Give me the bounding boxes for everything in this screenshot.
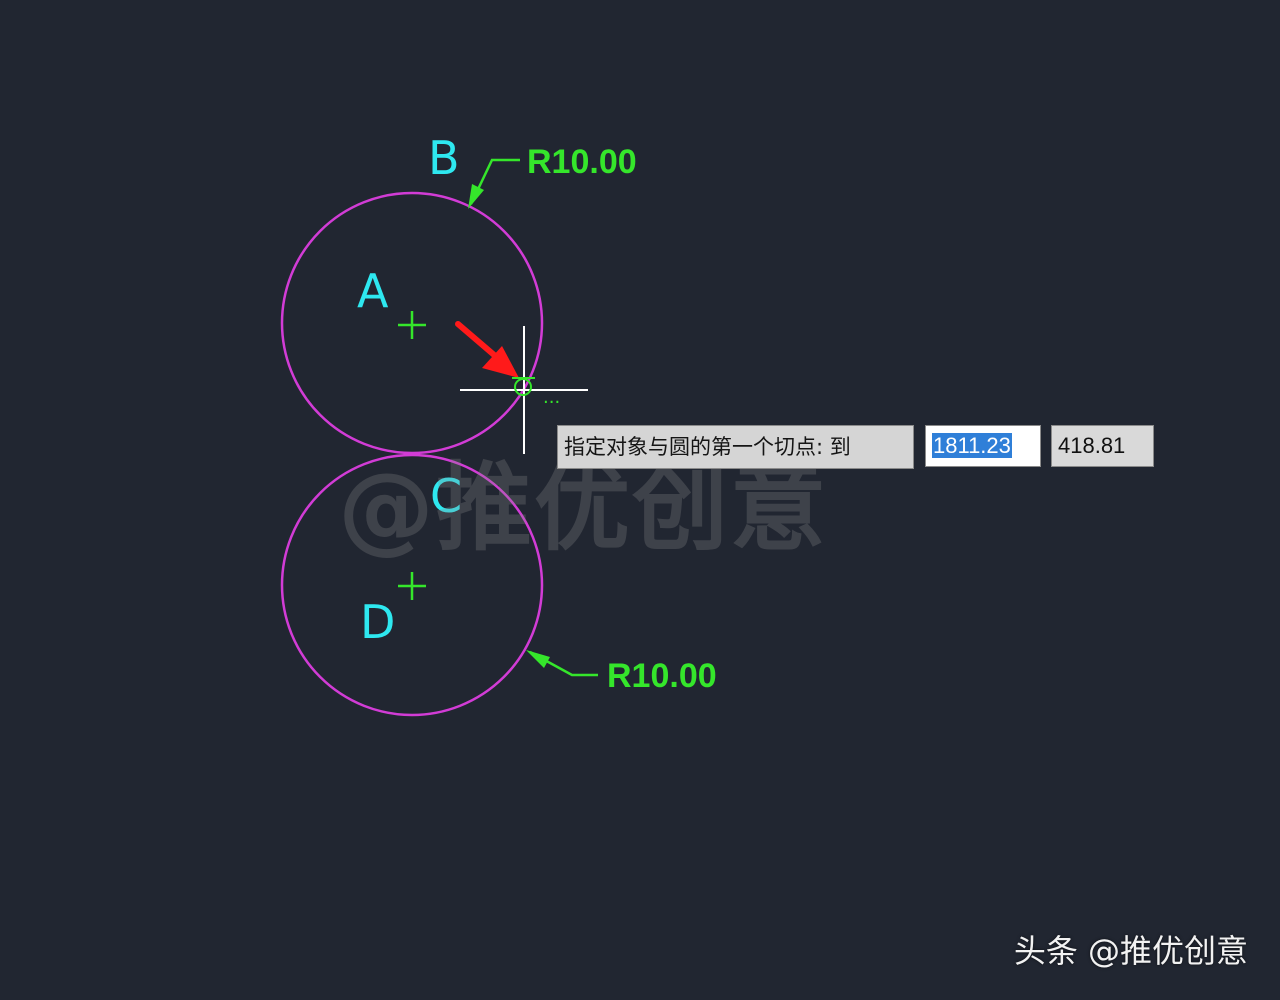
drawing-canvas[interactable]: B A C D R10.00 R10.00 ... — [0, 0, 1280, 1000]
radius-arrowhead-top — [468, 184, 484, 209]
label-b: B — [428, 131, 460, 185]
center-mark-bottom — [398, 572, 426, 600]
radius-label-bottom: R10.00 — [607, 657, 717, 695]
corner-watermark: 头条 @推优创意 — [1013, 932, 1248, 970]
radius-arrowhead-bottom — [526, 650, 550, 668]
snap-ellipsis: ... — [543, 387, 560, 408]
radius-leader-top — [469, 158, 520, 205]
y-coordinate-input[interactable]: 418.81 — [1051, 425, 1154, 467]
center-mark-top — [398, 311, 426, 339]
command-prompt-tooltip: 指定对象与圆的第一个切点: 到 — [557, 425, 914, 469]
label-d: D — [360, 595, 395, 649]
radius-label-top: R10.00 — [527, 143, 637, 181]
label-c: C — [430, 469, 462, 523]
x-coordinate-value: 1811.23 — [932, 433, 1012, 458]
x-coordinate-input[interactable]: 1811.23 — [925, 425, 1041, 467]
cad-drawing-viewport[interactable]: B A C D R10.00 R10.00 ... @推优创意 指定对象与圆的第… — [0, 0, 1280, 1000]
pointer-arrow — [455, 321, 519, 378]
label-a: A — [357, 264, 389, 318]
